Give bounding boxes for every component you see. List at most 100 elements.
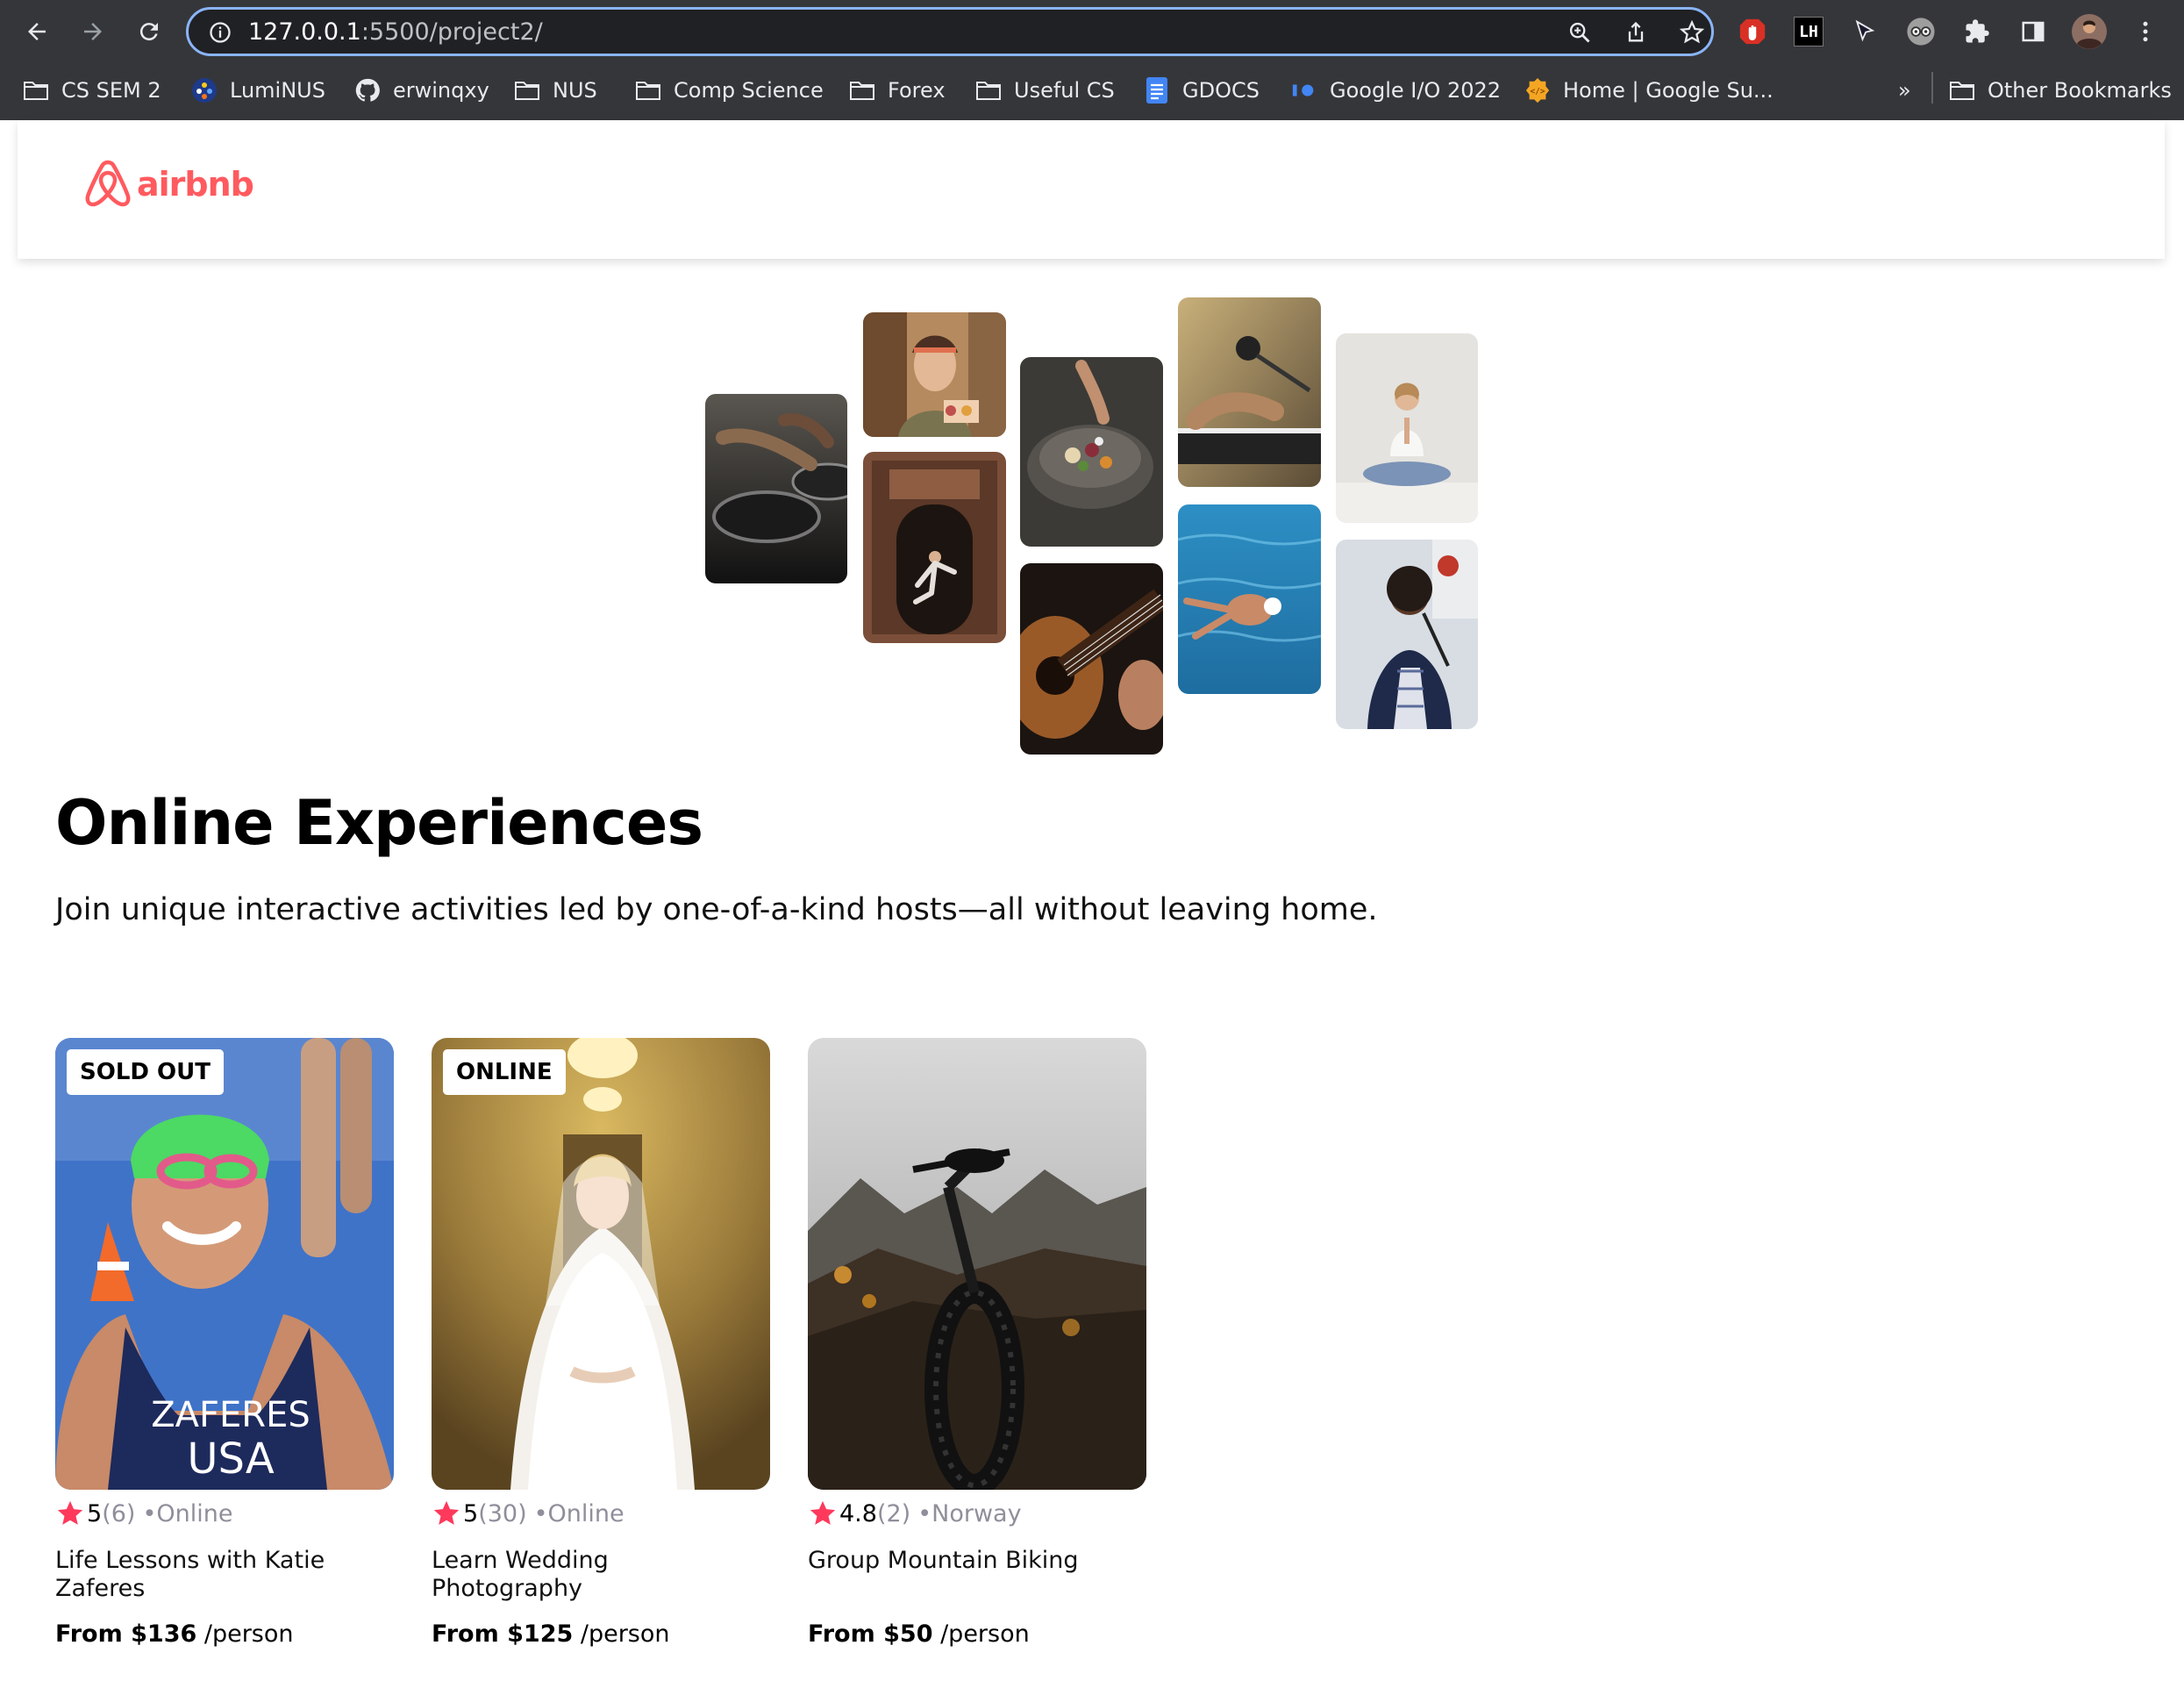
card-stats: 5 (6) •Online [55, 1498, 232, 1529]
share-icon[interactable] [1622, 18, 1650, 46]
other-bookmarks[interactable]: Other Bookmarks [1949, 74, 2172, 107]
logo-wordmark: airbnb [137, 165, 254, 204]
bookmark-label: Home | Google Su... [1563, 78, 1774, 103]
bookmarks-divider [1931, 72, 1933, 104]
status-badge: SOLD OUT [67, 1049, 224, 1095]
card-image-wedding: ONLINE [432, 1038, 770, 1490]
folder-icon [849, 77, 875, 104]
bookmark-label: Forex [888, 78, 946, 103]
airbnb-logo[interactable]: airbnb [84, 159, 254, 210]
card-title: Learn Wedding Photography [432, 1547, 609, 1602]
folder-icon [1949, 77, 1975, 104]
forward-arrow-icon [84, 23, 102, 40]
rating-value: 5 [87, 1499, 103, 1527]
bookmark-star-icon[interactable] [1678, 18, 1706, 46]
cursor-extension-icon[interactable] [1845, 12, 1884, 51]
back-button[interactable] [18, 12, 56, 51]
bookmark-label: NUS [553, 78, 597, 103]
hero-photo-guitar [1020, 563, 1163, 755]
bookmark-erwinqxy[interactable]: erwinqxy [354, 74, 489, 107]
folder-icon [23, 77, 49, 104]
card-title: Group Mountain Biking [808, 1547, 1079, 1574]
price-unit: /person [203, 1620, 294, 1648]
svg-text:</>: </> [1531, 87, 1545, 97]
adblock-extension-icon[interactable] [1733, 12, 1772, 51]
jersey-line-1: ZAFERES [151, 1395, 310, 1435]
glasses-extension-icon[interactable] [1902, 12, 1940, 51]
extensions-puzzle-icon[interactable] [1958, 12, 1996, 51]
bookmark-useful-cs[interactable]: Useful CS [975, 74, 1115, 107]
bookmark-label: GDOCS [1182, 78, 1260, 103]
forward-button[interactable] [74, 12, 112, 51]
card-location: •Online [533, 1499, 625, 1527]
folder-icon [635, 77, 661, 104]
bookmark-google-summit[interactable]: </> Home | Google Su... [1524, 74, 1774, 107]
google-summit-icon: </> [1524, 77, 1551, 104]
luminus-icon [191, 77, 218, 104]
review-count: (30) [478, 1499, 527, 1527]
bookmark-google-io[interactable]: Google I/O 2022 [1291, 74, 1501, 107]
star-icon [433, 1500, 460, 1525]
bookmark-cs-sem-2[interactable]: CS SEM 2 [23, 74, 161, 107]
bookmark-nus[interactable]: NUS [514, 74, 597, 107]
price-amount: From $136 [55, 1620, 197, 1648]
hero-photo-swimmer [1178, 504, 1321, 694]
bookmark-label: LumiNUS [230, 78, 325, 103]
hero-photo-food-bowl [1020, 357, 1163, 547]
bookmark-label: Comp Science [674, 78, 824, 103]
bookmark-comp-science[interactable]: Comp Science [635, 74, 824, 107]
lighthouse-extension-icon[interactable]: LH [1789, 12, 1828, 51]
reload-icon [139, 23, 158, 41]
review-count: (2) [876, 1499, 911, 1527]
hero-title: Online Experiences [55, 787, 703, 859]
star-icon [57, 1500, 83, 1525]
url-path: :5500/project2/ [360, 18, 543, 46]
bookmark-gdocs[interactable]: GDOCS [1144, 74, 1260, 107]
zoom-icon[interactable] [1566, 18, 1594, 46]
url-text[interactable]: 127.0.0.1:5500/project2/ [248, 18, 543, 46]
bookmark-label: CS SEM 2 [61, 78, 161, 103]
google-io-icon [1291, 77, 1317, 104]
gdocs-icon [1144, 77, 1170, 104]
card-price: From $136 /person [55, 1620, 294, 1648]
bookmarks-bar: CS SEM 2 LumiNUS erwinqxy NUS Comp Scien… [0, 63, 2184, 118]
chrome-menu-icon[interactable] [2126, 12, 2165, 51]
bookmarks-overflow-button[interactable]: » [1898, 74, 1911, 107]
review-count: (6) [102, 1499, 136, 1527]
card-image-katie: ZAFERES USA SOLD OUT [55, 1038, 394, 1490]
bookmark-forex[interactable]: Forex [849, 74, 946, 107]
hero-photo-piano [1178, 297, 1321, 487]
bookmark-label: Google I/O 2022 [1330, 78, 1502, 103]
card-image-biking [808, 1038, 1146, 1490]
airbnb-belo-icon [85, 160, 131, 207]
hero-photo-cooking [705, 394, 847, 583]
card-location: •Norway [917, 1499, 1022, 1527]
site-navbar: airbnb [18, 120, 2165, 259]
card-stats: 5 (30) •Online [432, 1498, 625, 1529]
side-panel-icon[interactable] [2014, 12, 2052, 51]
card-price: From $50 /person [808, 1620, 1030, 1648]
browser-toolbar: 127.0.0.1:5500/project2/ LH [0, 0, 2184, 63]
bookmark-luminus[interactable]: LumiNUS [191, 74, 325, 107]
status-badge: ONLINE [443, 1049, 566, 1095]
address-bar[interactable]: 127.0.0.1:5500/project2/ [186, 7, 1714, 56]
price-unit: /person [580, 1620, 670, 1648]
hero-photo-dancer [863, 452, 1006, 643]
rating-value: 5 [463, 1499, 479, 1527]
hero-subtitle: Join unique interactive activities led b… [55, 892, 1378, 927]
price-amount: From $125 [432, 1620, 574, 1648]
site-info-icon[interactable] [208, 20, 232, 48]
folder-icon [975, 77, 1002, 104]
reload-button[interactable] [130, 12, 168, 51]
card-title: Life Lessons with Katie Zaferes [55, 1547, 325, 1602]
overflow-chevron-icon: » [1898, 78, 1911, 103]
hero-photo-host-woman [863, 312, 1006, 437]
jersey-line-2: USA [187, 1434, 275, 1484]
bookmark-label: Useful CS [1014, 78, 1115, 103]
jersey-text: ZAFERES USA [125, 1393, 336, 1481]
price-amount: From $50 [808, 1620, 933, 1648]
profile-avatar[interactable] [2070, 12, 2109, 51]
bookmark-label: erwinqxy [393, 78, 489, 103]
page-content: airbnb Online Experiences Join unique in… [0, 120, 2184, 1681]
hero-photo-yoga [1336, 333, 1478, 523]
